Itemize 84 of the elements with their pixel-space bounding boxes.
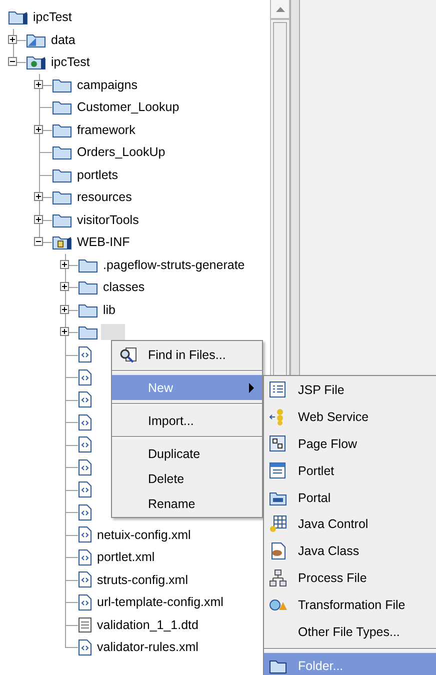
xml-file-icon	[78, 548, 92, 566]
cup-icon	[269, 542, 287, 560]
expand-toggle[interactable]	[34, 192, 43, 201]
menu-item[interactable]: Rename	[112, 491, 262, 516]
folder-icon	[52, 166, 72, 183]
tree-item[interactable]: portlet.xml	[95, 549, 157, 566]
xml-file-icon	[78, 571, 92, 588]
page-icon	[269, 381, 287, 400]
xml-file-icon	[78, 504, 92, 521]
tree-item[interactable]: framework	[75, 122, 138, 138]
menu-item[interactable]: Duplicate	[112, 441, 262, 466]
expand-toggle[interactable]	[8, 34, 17, 44]
menu-item[interactable]: Find in Files...	[112, 342, 262, 367]
tree-item[interactable]: WEB-INF	[75, 234, 132, 250]
tree-item[interactable]: validator-rules.xml	[95, 639, 200, 656]
hierarchy-icon	[269, 568, 287, 587]
expand-toggle[interactable]	[34, 214, 43, 224]
config-folder-icon	[52, 234, 72, 250]
menu-item[interactable]: Delete	[112, 466, 262, 491]
flow-icon	[269, 434, 287, 453]
tree-item[interactable]: Orders_LookUp	[75, 144, 168, 160]
tree-item[interactable]: .pageflow-struts-generate	[101, 256, 247, 273]
folder-icon	[52, 144, 72, 160]
menu-item[interactable]: Other File Types...	[264, 618, 436, 645]
folder-icon	[52, 122, 72, 138]
collapse-toggle[interactable]	[34, 237, 43, 246]
tree-item[interactable]: portlets	[75, 166, 120, 183]
tree-item[interactable]: data	[49, 32, 78, 48]
xml-file-icon	[78, 346, 92, 364]
tree-item[interactable]: resources	[75, 189, 134, 206]
expand-toggle[interactable]	[60, 304, 69, 314]
tree-item[interactable]: url-template-config.xml	[95, 594, 226, 610]
expand-toggle[interactable]	[60, 282, 69, 291]
menu-item[interactable]: Java Control	[264, 510, 436, 538]
tree-item[interactable]: netuix-config.xml	[95, 526, 193, 543]
grid-icon	[269, 515, 287, 534]
search-icon	[118, 346, 138, 364]
expand-toggle[interactable]	[34, 124, 43, 134]
tree-item[interactable]: campaigns	[75, 76, 140, 93]
expand-toggle[interactable]	[60, 260, 69, 268]
tree-item[interactable]: struts-config.xml	[95, 572, 190, 588]
xml-file-icon	[78, 436, 92, 454]
expand-toggle[interactable]	[60, 327, 69, 336]
folder-icon	[78, 279, 98, 296]
folder-icon	[52, 189, 72, 206]
xml-file-icon	[78, 481, 92, 498]
menu-item[interactable]: Transformation File	[264, 591, 436, 618]
menu-item[interactable]: Portlet	[264, 457, 436, 484]
xml-file-icon	[78, 368, 92, 386]
xml-file-icon	[78, 526, 92, 544]
menu-item[interactable]: Web Service	[264, 404, 436, 431]
tree-item[interactable]: Customer_Lookup	[75, 99, 182, 116]
tree-item[interactable]: ipcTest	[31, 9, 74, 26]
folder-icon	[78, 256, 98, 273]
collapse-toggle[interactable]	[8, 57, 17, 66]
window-icon	[269, 462, 287, 480]
web-folder-icon	[26, 54, 46, 70]
up-arrow-icon	[276, 6, 284, 12]
menu-item[interactable]: Page Flow	[264, 430, 436, 458]
folder-icon	[78, 324, 98, 340]
open-folder-icon	[8, 9, 28, 26]
tree-item[interactable]: ipcTest	[49, 54, 92, 70]
xml-file-icon	[78, 638, 92, 656]
menu-item[interactable]: Portal	[264, 484, 436, 511]
tree-item[interactable]: classes	[101, 279, 147, 296]
menu-item[interactable]: Import...	[112, 408, 262, 433]
menu-item[interactable]: JSP File	[264, 377, 436, 404]
xml-file-icon	[78, 594, 92, 611]
text-file-icon	[78, 616, 92, 634]
tree-item[interactable]: visitorTools	[75, 212, 141, 228]
menu-item[interactable]: Java Class	[264, 538, 436, 565]
folder-icon	[52, 99, 72, 116]
folder-icon	[269, 658, 287, 674]
data-folder-icon	[26, 32, 46, 48]
folder-icon	[78, 302, 98, 318]
tree-item[interactable]: validation_1_1.dtd	[95, 616, 200, 633]
menu-item[interactable]: Process File	[264, 564, 436, 592]
xml-file-icon	[78, 414, 92, 431]
xml-file-icon	[78, 391, 92, 408]
tree-item[interactable]: lib	[101, 302, 118, 318]
expand-toggle[interactable]	[34, 80, 43, 88]
xml-file-icon	[78, 458, 92, 476]
folder-icon	[52, 212, 72, 228]
folder-icon	[52, 76, 72, 93]
